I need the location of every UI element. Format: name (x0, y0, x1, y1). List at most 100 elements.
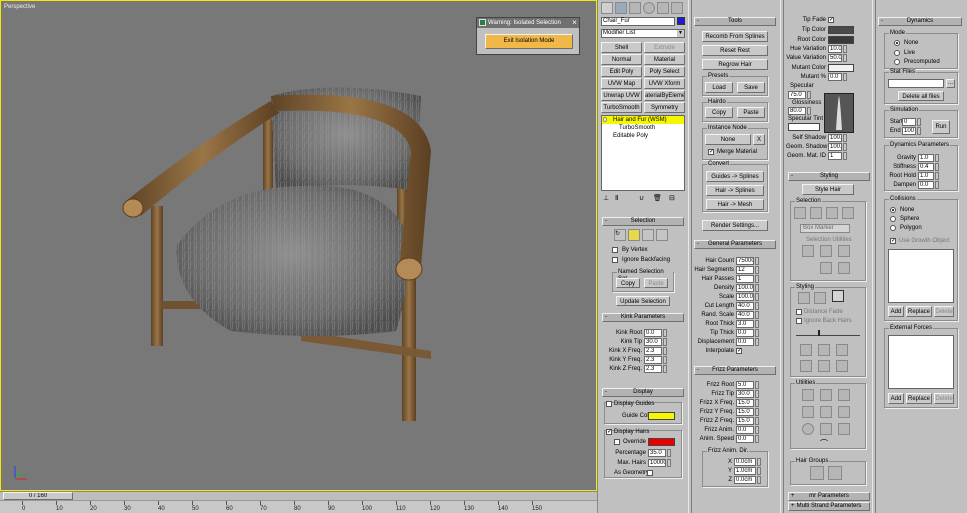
kink-x-freq-spinner[interactable] (663, 347, 667, 355)
root-hold-spinner[interactable] (935, 172, 939, 180)
reset-rest-button[interactable]: Reset Rest (702, 45, 768, 56)
style-hair-button[interactable]: Style Hair (802, 184, 854, 195)
override-color-swatch[interactable] (648, 438, 675, 446)
frizz-root-spinner[interactable] (755, 381, 759, 389)
merge-material-checkbox[interactable]: ✓ (708, 149, 714, 155)
gravity-field[interactable]: 1.0 (918, 154, 934, 162)
lightbulb-icon[interactable] (603, 117, 607, 122)
timeline-ruler[interactable]: 0 10 20 30 40 50 60 70 80 90 100 110 120 130 140 150 (0, 500, 597, 513)
motion-tab-icon[interactable] (643, 2, 655, 14)
kink-tip-field[interactable]: 30.0 (644, 338, 662, 346)
density-field[interactable]: 100.0 (736, 284, 754, 292)
frizz-dir-x-field[interactable]: 0.0cm (734, 458, 756, 466)
kink-y-freq-field[interactable]: 2.3 (644, 356, 662, 364)
specular-tint-swatch[interactable] (788, 123, 820, 131)
as-geometry-checkbox[interactable] (647, 470, 653, 476)
select-hair-by-ends-icon[interactable] (794, 207, 806, 219)
element-select-icon[interactable] (656, 229, 668, 241)
mutant-color-swatch[interactable] (828, 64, 854, 72)
selection-type-dropdown[interactable]: Box Marker (800, 224, 850, 233)
stack-item-editable-poly[interactable]: Editable Poly (602, 132, 684, 140)
root-color-swatch[interactable] (828, 36, 854, 44)
poly-select-modifier-button[interactable]: Poly Select (644, 66, 685, 77)
update-selection-button[interactable]: Update Selection (616, 296, 670, 306)
object-color-swatch[interactable] (677, 17, 685, 25)
delete-all-files-button[interactable]: Delete all files (898, 91, 944, 101)
uvw-map-modifier-button[interactable]: UVW Map (601, 78, 642, 89)
delete-collision-button[interactable]: Delete (934, 306, 954, 317)
percentage-spinner[interactable] (667, 449, 671, 457)
brush-size-slider[interactable] (796, 330, 860, 336)
frizz-tip-field[interactable]: 30.0 (736, 390, 754, 398)
frizz-y-freq-field[interactable]: 15.0 (736, 408, 754, 416)
brush-size-thumb[interactable] (818, 330, 820, 336)
toggle-collisions-icon[interactable] (838, 406, 850, 418)
interpolate-checkbox[interactable]: ✓ (736, 348, 742, 354)
modify-tab-icon[interactable] (615, 2, 627, 14)
distance-fade-checkbox[interactable] (796, 309, 802, 315)
render-settings-button[interactable]: Render Settings... (702, 220, 768, 231)
mutant-pct-field[interactable]: 0.0 (828, 73, 842, 81)
mode-none-radio[interactable] (894, 40, 900, 46)
hue-variation-field[interactable]: 10.0 (828, 45, 842, 53)
end-field[interactable]: 100 (902, 127, 916, 135)
replace-force-button[interactable]: Replace (906, 393, 932, 404)
kink-y-freq-spinner[interactable] (663, 356, 667, 364)
hierarchy-tab-icon[interactable] (629, 2, 641, 14)
run-simulation-button[interactable]: Run (932, 120, 950, 134)
exit-isolation-mode-button[interactable]: Exit Isolation Mode (485, 34, 573, 49)
tip-thick-spinner[interactable] (755, 329, 759, 337)
kink-x-freq-field[interactable]: 2.3 (644, 347, 662, 355)
select-whole-guide-icon[interactable] (810, 207, 822, 219)
anim-speed-field[interactable]: 0.0 (736, 435, 754, 443)
add-collision-button[interactable]: Add (888, 306, 904, 317)
instance-node-none-button[interactable]: None (705, 134, 751, 145)
dampen-field[interactable]: 0.0 (918, 181, 934, 189)
copy-selection-button[interactable]: Copy (616, 278, 640, 288)
anim-speed-spinner[interactable] (755, 435, 759, 443)
modifier-stack[interactable]: Hair and Fur (WSM) TurboSmooth Editable … (601, 115, 685, 191)
rollout-multi-strand[interactable]: + Multi Strand Parameters (788, 502, 870, 511)
add-force-button[interactable]: Add (888, 393, 904, 404)
stand-tool-icon[interactable] (818, 344, 830, 356)
lock-icon[interactable] (820, 423, 832, 435)
select-by-root-icon[interactable] (842, 207, 854, 219)
rollout-selection[interactable]: - Selection (602, 217, 684, 226)
rollout-frizz-parameters[interactable]: - Frizz Parameters (694, 366, 776, 375)
glossiness-field[interactable]: 80.0 (788, 107, 806, 115)
recomb-from-splines-button[interactable]: Recomb From Splines (702, 31, 768, 42)
frizz-z-freq-field[interactable]: 15.0 (736, 417, 754, 425)
glossiness-spinner[interactable] (807, 107, 811, 115)
uvw-xform-modifier-button[interactable]: UVW Xform (644, 78, 685, 89)
normal-modifier-button[interactable]: Normal (601, 54, 642, 65)
rotate-selection-icon[interactable] (820, 245, 832, 257)
hair-to-mesh-button[interactable]: Hair -> Mesh (706, 199, 764, 210)
displacement-spinner[interactable] (755, 338, 759, 346)
hair-passes-field[interactable]: 1 (736, 275, 754, 283)
self-shadow-field[interactable]: 100.0 (828, 134, 842, 142)
frizz-dir-x-spinner[interactable] (757, 458, 761, 466)
gravity-spinner[interactable] (935, 154, 939, 162)
guide-color-swatch[interactable] (648, 412, 675, 420)
geom-shadow-spinner[interactable] (843, 143, 847, 151)
frizz-dir-y-spinner[interactable] (757, 467, 761, 475)
cut-length-spinner[interactable] (755, 302, 759, 310)
rollout-styling[interactable]: - Styling (788, 172, 870, 181)
stack-item-hair[interactable]: Hair and Fur (WSM) (602, 116, 684, 124)
kink-z-freq-field[interactable]: 2.3 (644, 365, 662, 373)
display-guides-checkbox[interactable] (606, 401, 612, 407)
unwrap-uvw-modifier-button[interactable]: Unwrap UVW (601, 90, 642, 101)
pop-selected-icon[interactable] (820, 389, 832, 401)
geom-mat-id-field[interactable]: 1 (828, 152, 842, 160)
rollout-mr-parameters[interactable]: + mr Parameters (788, 492, 870, 501)
ignore-back-hairs-checkbox[interactable] (796, 318, 802, 324)
stack-item-turbosmooth[interactable]: TurboSmooth (602, 124, 684, 132)
rotate-tool-icon[interactable] (818, 360, 830, 372)
mode-live-radio[interactable] (894, 50, 900, 56)
collision-objects-list[interactable] (888, 249, 954, 303)
turbosmooth-modifier-button[interactable]: TurboSmooth (601, 102, 642, 113)
paste-selection-button[interactable]: Paste (644, 278, 668, 288)
stiffness-field[interactable]: 0.4 (918, 163, 934, 171)
hair-to-splines-button[interactable]: Hair -> Splines (706, 185, 764, 196)
root-thick-field[interactable]: 3.0 (736, 320, 754, 328)
